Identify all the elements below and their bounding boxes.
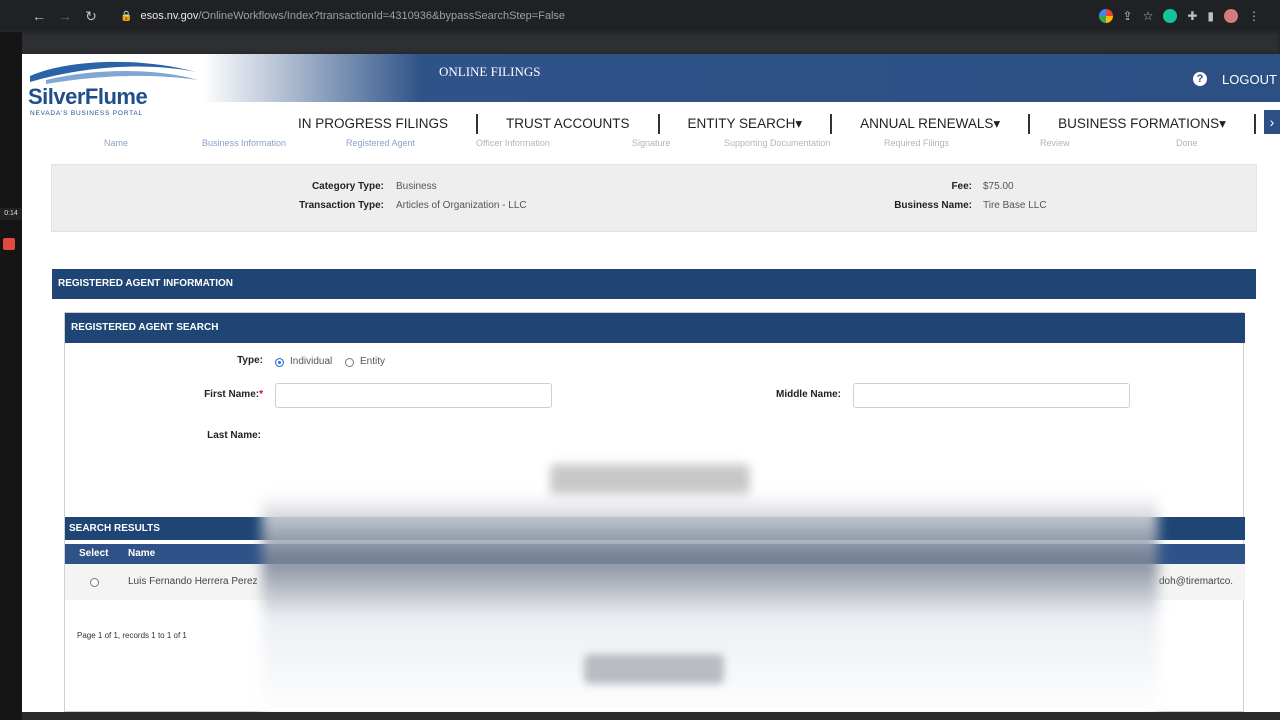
puzzle-icon[interactable]: ✚: [1187, 9, 1197, 23]
required-mark: *: [259, 389, 263, 400]
url-host: esos.nv.gov: [140, 10, 199, 22]
step-done: Done: [1176, 138, 1198, 148]
logo-text: SilverFlume: [28, 84, 148, 109]
select-column-header: Select: [79, 548, 109, 559]
step-officer-information: Officer Information: [476, 138, 550, 148]
back-button[interactable]: ←: [26, 8, 52, 24]
business-name-value: Tire Base LLC: [983, 200, 1047, 211]
logout-link[interactable]: LOGOUT: [1222, 72, 1277, 87]
transaction-type-label: Transaction Type:: [299, 200, 384, 211]
filing-summary: Category Type: Business Transaction Type…: [51, 164, 1257, 232]
step-supporting-documentation: Supporting Documentation: [724, 138, 831, 148]
sidebar-icon[interactable]: ▮: [1207, 9, 1214, 23]
pager-info: Page 1 of 1, records 1 to 1 of 1: [77, 631, 187, 640]
middle-name-input[interactable]: [853, 383, 1130, 408]
header-title: ONLINE FILINGS: [439, 64, 541, 79]
site-header: SilverFlume NEVADA'S BUSINESS PORTAL ONL…: [22, 54, 1280, 117]
middle-name-label: Middle Name:: [775, 389, 841, 400]
blurred-continue-button: [584, 654, 724, 684]
main-nav: IN PROGRESS FILINGS TRUST ACCOUNTS ENTIT…: [22, 110, 1280, 138]
transaction-type-value: Articles of Organization - LLC: [396, 200, 527, 211]
left-gutter: [0, 32, 22, 720]
first-name-input[interactable]: [275, 383, 552, 408]
fee-label: Fee:: [951, 181, 972, 192]
address-bar[interactable]: 🔒 esos.nv.gov /OnlineWorkflows/Index?tra…: [110, 4, 1050, 28]
type-entity-label[interactable]: Entity: [360, 356, 385, 367]
forward-button[interactable]: →: [52, 8, 78, 24]
select-row-radio[interactable]: [90, 578, 99, 587]
profile-avatar-icon[interactable]: [1224, 9, 1238, 23]
business-name-label: Business Name:: [894, 200, 972, 211]
star-icon[interactable]: ☆: [1143, 9, 1154, 23]
page: SilverFlume NEVADA'S BUSINESS PORTAL ONL…: [22, 54, 1280, 720]
record-icon: [3, 238, 15, 250]
type-entity-radio[interactable]: [345, 358, 354, 367]
category-type-label: Category Type:: [311, 181, 384, 192]
result-email: doh@tiremartco.: [1159, 576, 1234, 587]
privacy-blur-overlay: [262, 494, 1158, 720]
browser-toolbar: ← → ↻ 🔒 esos.nv.gov /OnlineWorkflows/Ind…: [0, 0, 1280, 32]
registered-agent-header: REGISTERED AGENT INFORMATION: [52, 269, 1256, 299]
name-column-header: Name: [128, 548, 156, 559]
blurred-bookmark-bar: [0, 32, 1280, 54]
type-individual-radio[interactable]: [275, 358, 284, 367]
share-icon[interactable]: ⇪: [1123, 9, 1133, 23]
recording-time: 0:14: [0, 208, 22, 220]
type-individual-label[interactable]: Individual: [290, 356, 332, 367]
url-path: /OnlineWorkflows/Index?transactionId=431…: [198, 10, 566, 22]
bottom-strip: [22, 712, 1280, 720]
result-name: Luis Fernando Herrera Perez: [128, 576, 258, 587]
nav-entity-search[interactable]: ENTITY SEARCH▾: [660, 114, 833, 134]
fee-value: $75.00: [983, 181, 1014, 192]
last-name-label: Last Name:: [207, 430, 261, 441]
step-business-information[interactable]: Business Information: [202, 138, 286, 148]
help-icon[interactable]: ?: [1193, 72, 1207, 86]
lock-icon: 🔒: [120, 10, 133, 22]
menu-icon[interactable]: ⋮: [1248, 9, 1260, 23]
type-label: Type:: [237, 355, 263, 366]
step-registered-agent[interactable]: Registered Agent: [346, 138, 415, 148]
nav-trust-accounts[interactable]: TRUST ACCOUNTS: [478, 114, 660, 134]
nav-scroll-right-icon[interactable]: ›: [1264, 110, 1280, 134]
nav-in-progress-filings[interactable]: IN PROGRESS FILINGS: [270, 114, 479, 134]
extension-bar: ⇪ ☆ ✚ ▮ ⋮: [1098, 9, 1280, 23]
step-required-filings: Required Filings: [884, 138, 950, 148]
first-name-label: First Name:*: [204, 389, 263, 400]
registered-agent-search-header: REGISTERED AGENT SEARCH: [65, 313, 1245, 343]
reload-button[interactable]: ↻: [78, 8, 104, 25]
grammarly-icon[interactable]: [1163, 9, 1178, 23]
nav-business-formations[interactable]: BUSINESS FORMATIONS▾: [1030, 114, 1256, 134]
step-signature: Signature: [632, 138, 671, 148]
category-type-value: Business: [396, 181, 437, 192]
google-icon[interactable]: [1098, 9, 1113, 23]
nav-annual-renewals[interactable]: ANNUAL RENEWALS▾: [832, 114, 1031, 134]
progress-steps: Name Business Information Registered Age…: [22, 138, 1280, 152]
silverflume-logo[interactable]: SilverFlume NEVADA'S BUSINESS PORTAL: [26, 58, 201, 118]
step-review: Review: [1040, 138, 1070, 148]
step-name[interactable]: Name: [104, 138, 128, 148]
